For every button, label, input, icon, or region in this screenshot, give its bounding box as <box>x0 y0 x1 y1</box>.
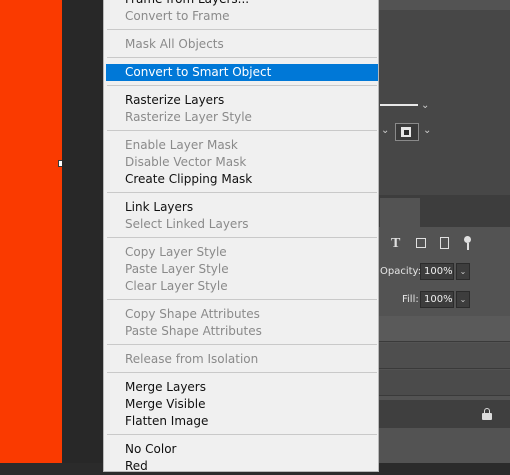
menu-separator <box>107 299 377 300</box>
menu-item-create-clipping-mask[interactable]: Create Clipping Mask <box>106 171 378 188</box>
stroke-style-preview[interactable] <box>380 104 418 106</box>
type-filter-icon[interactable]: T <box>391 236 400 252</box>
menu-item-link-layers[interactable]: Link Layers <box>106 199 378 216</box>
layer-context-menu: Frame from Layers... Convert to Frame Ma… <box>103 0 379 475</box>
menu-separator <box>107 85 377 86</box>
layer-row[interactable] <box>378 316 510 342</box>
menu-item-clear-layer-style: Clear Layer Style <box>125 279 228 293</box>
menu-separator <box>107 434 377 435</box>
properties-panel <box>378 10 510 195</box>
menu-item-frame-from-layers[interactable]: Frame from Layers... <box>106 0 378 8</box>
swatch-chevron-icon[interactable]: ⌄ <box>423 125 431 136</box>
menu-item-red[interactable]: Red <box>106 458 378 475</box>
menu-separator <box>107 237 377 238</box>
layer-row[interactable] <box>378 343 510 369</box>
lock-icon[interactable] <box>482 408 492 420</box>
menu-item-merge-visible[interactable]: Merge Visible <box>106 396 378 413</box>
filter-toggle-icon[interactable] <box>464 236 471 243</box>
menu-separator <box>107 29 377 30</box>
menu-item-select-linked-layers: Select Linked Layers <box>125 217 249 231</box>
menu-item-convert-to-smart-object[interactable]: Convert to Smart Object <box>106 64 378 81</box>
menu-item-no-color[interactable]: No Color <box>106 441 378 458</box>
menu-item-merge-layers[interactable]: Merge Layers <box>106 379 378 396</box>
menu-item-rasterize-layer-style: Rasterize Layer Style <box>125 110 252 124</box>
filter-toggle-stem-icon <box>467 243 469 250</box>
fill-chevron-icon[interactable]: ⌄ <box>456 291 470 308</box>
swatch-stroke-icon <box>404 130 409 135</box>
stroke-style-chevron-icon[interactable]: ⌄ <box>421 100 429 111</box>
layer-lock-row[interactable] <box>378 400 510 428</box>
menu-item-flatten-image[interactable]: Flatten Image <box>106 413 378 430</box>
pasteboard <box>62 0 104 463</box>
menu-separator <box>107 192 377 193</box>
menu-item-paste-layer-style: Paste Layer Style <box>125 262 229 276</box>
menu-item-rasterize-layers[interactable]: Rasterize Layers <box>106 92 378 109</box>
menu-item-convert-to-frame: Convert to Frame <box>125 9 230 23</box>
opacity-field[interactable]: 100% <box>420 263 454 280</box>
canvas-artwork[interactable] <box>0 0 62 463</box>
opacity-chevron-icon[interactable]: ⌄ <box>456 263 470 280</box>
menu-separator <box>107 57 377 58</box>
fill-row: Fill: 100% ⌄ <box>378 291 510 309</box>
layer-row[interactable] <box>378 370 510 396</box>
menu-item-release-from-isolation: Release from Isolation <box>125 352 259 366</box>
menu-item-enable-layer-mask: Enable Layer Mask <box>125 138 238 152</box>
layer-filter-icons: T <box>380 236 510 254</box>
menu-separator <box>107 372 377 373</box>
smart-object-filter-icon[interactable] <box>440 237 449 249</box>
opacity-row: Opacity: 100% ⌄ <box>378 263 510 281</box>
stroke-swatch[interactable] <box>395 123 419 141</box>
fill-field[interactable]: 100% <box>420 291 454 308</box>
fill-label: Fill: <box>402 294 419 305</box>
menu-separator <box>107 130 377 131</box>
menu-item-copy-shape-attributes: Copy Shape Attributes <box>125 307 260 321</box>
menu-item-disable-vector-mask: Disable Vector Mask <box>125 155 247 169</box>
menu-separator <box>107 344 377 345</box>
align-chevron-icon[interactable]: ⌄ <box>381 125 389 136</box>
opacity-label: Opacity: <box>380 266 422 277</box>
menu-item-paste-shape-attributes: Paste Shape Attributes <box>125 324 262 338</box>
menu-item-mask-all-objects: Mask All Objects <box>125 37 224 51</box>
menu-item-copy-layer-style: Copy Layer Style <box>125 245 227 259</box>
tab-layers[interactable] <box>380 198 420 227</box>
shape-filter-icon[interactable] <box>416 238 426 248</box>
